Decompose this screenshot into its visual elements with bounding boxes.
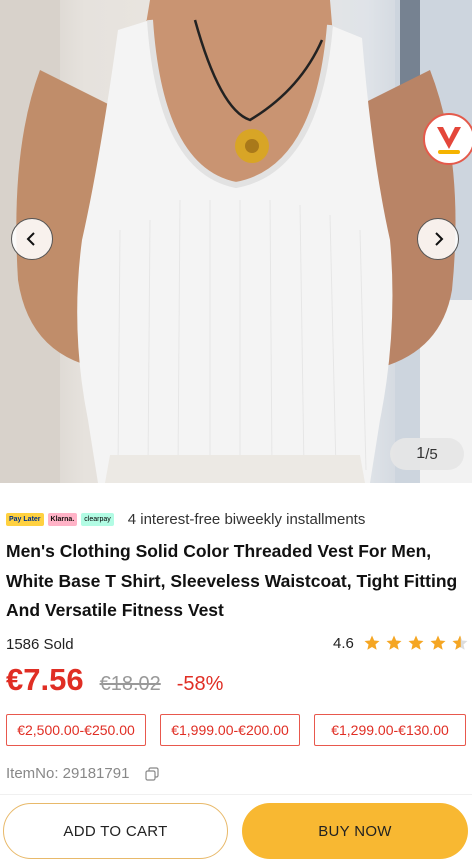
star-half-icon: [452, 635, 468, 650]
item-number-row: ItemNo: 29181791: [6, 765, 160, 782]
rating[interactable]: 4.6: [333, 634, 469, 652]
installments-row[interactable]: Pay Later Klarna. clearpay 4 interest-fr…: [6, 509, 365, 529]
star-icon: [430, 635, 446, 650]
rating-value: 4.6: [333, 634, 354, 652]
clearpay-badge: clearpay: [81, 512, 114, 526]
image-counter: 1/5: [390, 438, 464, 470]
original-price: €18.02: [99, 673, 161, 695]
divider: [0, 794, 472, 795]
product-image-gallery[interactable]: 1/5: [0, 0, 472, 483]
copy-icon[interactable]: [145, 766, 160, 781]
paypal-paylater-badge: Pay Later: [6, 512, 44, 526]
current-price: €7.56: [6, 662, 84, 697]
buy-now-button[interactable]: BUY NOW: [242, 803, 468, 859]
product-title: Men's Clothing Solid Color Threaded Vest…: [6, 541, 458, 620]
coupon-chip[interactable]: €1,299.00-€130.00: [314, 714, 466, 746]
star-icon: [408, 635, 424, 650]
next-image-button[interactable]: [417, 218, 459, 260]
image-counter-current: 1: [416, 445, 426, 462]
klarna-badge: Klarna.: [47, 512, 78, 526]
item-number: ItemNo: 29181791: [6, 765, 130, 782]
chevron-left-icon: [26, 232, 35, 246]
chevron-right-icon: [435, 232, 444, 246]
star-icon: [364, 635, 380, 650]
coupon-list: €2,500.00-€250.00 €1,999.00-€200.00 €1,2…: [6, 714, 466, 746]
brand-sticker-icon: [423, 113, 472, 165]
image-counter-total: /5: [425, 445, 438, 463]
sold-count: 1586 Sold: [6, 636, 74, 653]
discount-percent: -58%: [176, 673, 224, 695]
star-icon: [386, 635, 402, 650]
installments-text: 4 interest-free biweekly installments: [127, 510, 366, 528]
coupon-chip[interactable]: €1,999.00-€200.00: [160, 714, 300, 746]
price-row: €7.56 €18.02 -58%: [6, 662, 223, 698]
add-to-cart-button[interactable]: ADD TO CART: [3, 803, 228, 859]
previous-image-button[interactable]: [11, 218, 53, 260]
product-photo: [0, 0, 472, 483]
coupon-chip[interactable]: €2,500.00-€250.00: [6, 714, 146, 746]
